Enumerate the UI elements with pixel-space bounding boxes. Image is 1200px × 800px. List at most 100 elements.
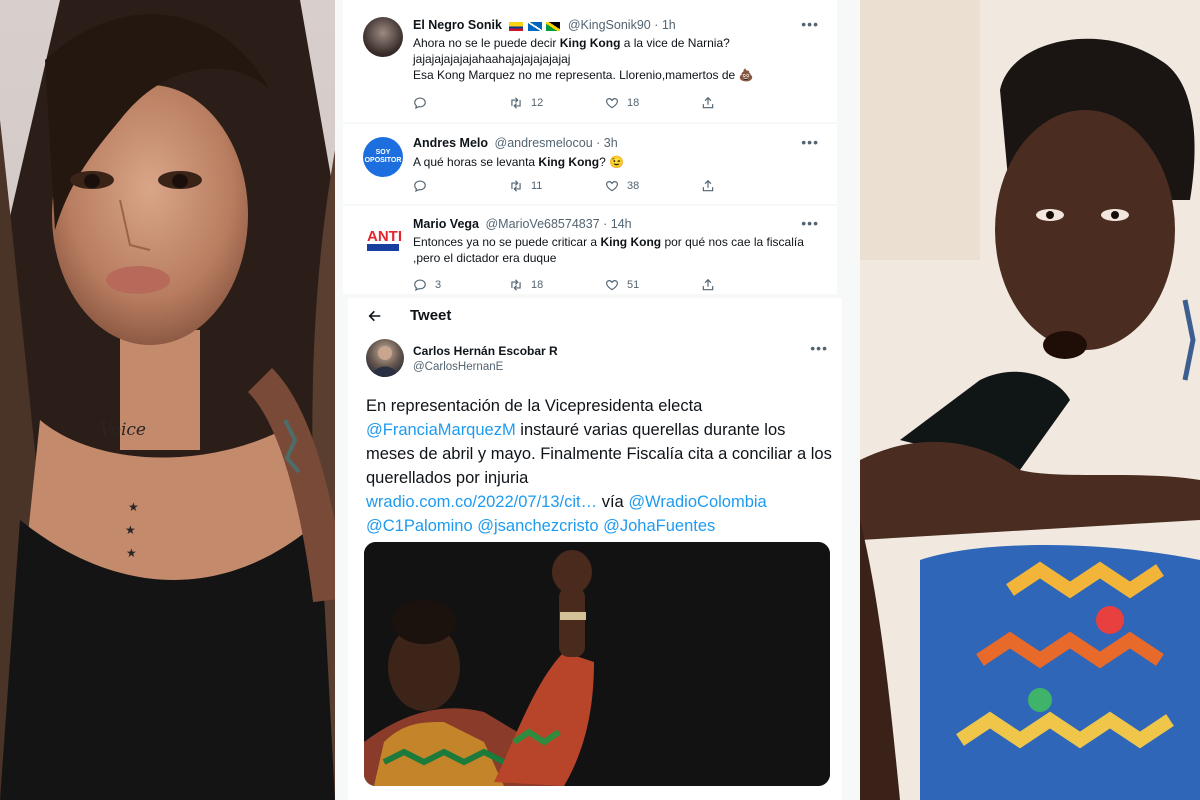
like-count: 38	[627, 180, 640, 192]
more-options-icon[interactable]: •••	[810, 340, 828, 356]
tweet-actions: 12 18	[413, 96, 797, 110]
avatar[interactable]	[363, 17, 403, 57]
tweet-text-part: En representación de la Vicepresidenta e…	[366, 397, 703, 415]
heart-icon	[606, 181, 618, 192]
page-title: Tweet	[410, 307, 452, 324]
author-handle[interactable]: @MarioVe68574837 · 14h	[485, 217, 631, 231]
tweet-text-part: a la vice de Narnia?	[620, 36, 730, 50]
retweet-button[interactable]: 11	[509, 179, 605, 193]
author-handle[interactable]: @CarlosHernanE	[413, 361, 503, 373]
tweet-text: Ahora no se le puede decir King Kong a l…	[413, 35, 821, 83]
mention-link[interactable]: @WradioColombia	[628, 493, 766, 511]
svg-text:★: ★	[125, 523, 136, 537]
retweet-count: 12	[531, 97, 544, 109]
tweet-text-part: ? 😉	[599, 155, 625, 169]
tweet-text-part: A qué horas se levanta	[413, 155, 539, 169]
avatar[interactable]: SOY OPOSITOR	[363, 137, 403, 177]
tweet-text-bold: King Kong	[600, 235, 662, 249]
avatar[interactable]: ANTI	[363, 219, 403, 259]
back-arrow-icon[interactable]	[366, 308, 384, 324]
tweet-text-bold: King Kong	[538, 155, 600, 169]
tweet-text: Entonces ya no se puede criticar a King …	[413, 234, 821, 266]
more-options-icon[interactable]: •••	[801, 16, 819, 32]
author-handle[interactable]: @KingSonik90 · 1h	[568, 18, 676, 32]
share-icon	[702, 278, 714, 291]
avatar[interactable]	[366, 339, 404, 377]
photo-right-woman-speaking	[860, 0, 1200, 800]
tweet-text-part: ,pero el dictador era duque	[413, 251, 557, 265]
tweet-card[interactable]: ANTI Mario Vega @MarioVe68574837 · 14h •…	[343, 206, 837, 294]
tweet-text-bold: King Kong	[559, 36, 621, 50]
mention-link[interactable]: @JohaFuentes	[603, 517, 715, 535]
anti-petrista-logo: ANTI	[367, 228, 402, 251]
like-button[interactable]: 18	[605, 96, 701, 110]
share-button[interactable]	[701, 179, 797, 193]
retweet-icon	[511, 279, 521, 291]
portrait-illustration-right	[860, 0, 1200, 800]
svg-text:ANTI: ANTI	[367, 228, 402, 245]
more-options-icon[interactable]: •••	[801, 134, 819, 150]
tweet-card[interactable]: El Negro Sonik @KingSonik90 · 1h ••• Aho…	[343, 0, 837, 122]
scotland-flag-icon	[527, 21, 542, 31]
tweet-meta: Andres Melo @andresmelocou · 3h	[413, 136, 618, 150]
author-name[interactable]: El Negro Sonik	[413, 18, 502, 32]
author-name[interactable]: Mario Vega	[413, 217, 479, 231]
share-button[interactable]	[701, 278, 797, 292]
twitter-feed: El Negro Sonik @KingSonik90 · 1h ••• Aho…	[335, 0, 860, 800]
portrait-illustration-left: ★ ★ ★	[0, 0, 335, 800]
tweet-meta: Mario Vega @MarioVe68574837 · 14h	[413, 217, 632, 231]
svg-text:★: ★	[126, 546, 137, 560]
retweet-count: 11	[531, 180, 543, 192]
share-button[interactable]	[701, 96, 797, 110]
retweet-count: 18	[531, 279, 544, 291]
photo-left-woman: ★ ★ ★ Voice	[0, 0, 335, 800]
author-name[interactable]: Andres Melo	[413, 136, 488, 150]
retweet-button[interactable]: 12	[509, 96, 605, 110]
tweet-text-part: por qué nos cae la fiscalía	[661, 235, 804, 249]
jamaica-flag-icon	[546, 21, 561, 31]
retweet-icon	[511, 97, 521, 109]
tweet-text: A qué horas se levanta King Kong? 😉	[413, 154, 821, 170]
heart-icon	[606, 98, 618, 109]
author-name[interactable]: Carlos Hernán Escobar R	[413, 344, 558, 358]
reply-button[interactable]	[413, 96, 509, 110]
tweet-text: En representación de la Vicepresidenta e…	[366, 394, 836, 538]
avatar-portrait	[372, 346, 398, 377]
tweet-actions: 3 18 51	[413, 278, 797, 292]
mention-link[interactable]: @C1Palomino	[366, 517, 473, 535]
colombia-flag-icon	[509, 21, 524, 31]
reply-button[interactable]: 3	[413, 278, 509, 292]
tweet-meta: El Negro Sonik @KingSonik90 · 1h	[413, 18, 676, 33]
tweet-text-part: vía	[597, 493, 629, 511]
tweet-text-part: Ahora no se le puede decir	[413, 36, 560, 50]
flag-emojis	[509, 19, 561, 33]
tweet-text-part: jajajajajajajahaahajajajajajajaj	[413, 52, 571, 66]
tweet-actions: 11 38	[413, 179, 797, 193]
reply-count: 3	[435, 279, 442, 291]
share-icon	[702, 96, 714, 109]
like-count: 18	[627, 97, 640, 109]
tweet-text-part: Entonces ya no se puede criticar a	[413, 235, 601, 249]
reply-button[interactable]	[413, 179, 509, 193]
like-button[interactable]: 51	[605, 278, 701, 292]
svg-text:★: ★	[128, 500, 139, 514]
share-icon	[702, 179, 714, 192]
reply-icon	[414, 180, 426, 192]
author-handle[interactable]: @andresmelocou · 3h	[495, 136, 618, 150]
like-button[interactable]: 38	[605, 179, 701, 193]
tweet-text-part: Esa Kong Marquez no me representa. Llore…	[413, 68, 754, 82]
media-photo-woman	[364, 542, 830, 786]
mention-link[interactable]: @FranciaMarquezM	[366, 421, 516, 439]
tweet-media-image[interactable]	[364, 542, 830, 786]
retweet-icon	[511, 180, 521, 192]
url-link[interactable]: wradio.com.co/2022/07/13/cit…	[366, 493, 597, 511]
tweet-card[interactable]: SOY OPOSITOR Andres Melo @andresmelocou …	[343, 124, 837, 204]
like-count: 51	[627, 279, 640, 291]
retweet-button[interactable]: 18	[509, 278, 605, 292]
reply-icon	[414, 279, 426, 291]
heart-icon	[606, 280, 618, 291]
tweet-detail: Tweet Carlos Hernán Escobar R @CarlosHer…	[348, 298, 842, 800]
tattoo-text: Voice	[100, 420, 146, 440]
more-options-icon[interactable]: •••	[801, 215, 819, 231]
mention-link[interactable]: @jsanchezcristo	[477, 517, 598, 535]
